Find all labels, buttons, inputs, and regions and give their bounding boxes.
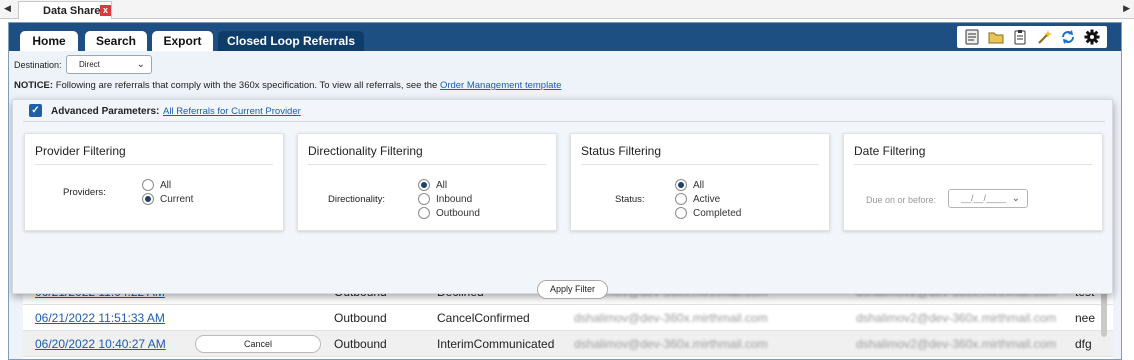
row-date-link[interactable]: 06/21/2022 11:51:33 AM — [35, 311, 165, 325]
destination-value: Direct — [79, 60, 100, 69]
notice-body: Following are referrals that comply with… — [53, 80, 440, 91]
providers-label: Providers: — [63, 187, 106, 198]
provider-current-radio[interactable] — [142, 193, 154, 205]
status-label: Status: — [615, 194, 645, 205]
row-status: CancelConfirmed — [437, 311, 530, 325]
order-management-link[interactable]: Order Management template — [440, 80, 561, 91]
apply-filter-button[interactable]: Apply Filter — [537, 280, 608, 299]
directionality-label: Directionality: — [328, 194, 386, 205]
advanced-parameters-checkbox[interactable]: ✓ — [29, 104, 42, 117]
due-date-placeholder: __/__/____ — [961, 193, 1007, 203]
divider — [308, 164, 546, 165]
row-to: dshalimov2@dev-360x.mirthmail.com — [856, 311, 1057, 325]
direction-all-label: All — [436, 180, 448, 191]
directionality-filtering-card: Directionality Filtering Directionality:… — [297, 133, 557, 231]
nav-bar: Home Search Export Closed Loop Referrals — [9, 23, 1121, 51]
tab-export[interactable]: Export — [152, 31, 213, 51]
row-status: InterimCommunicated — [437, 337, 555, 351]
notice-text: NOTICE: Following are referrals that com… — [14, 80, 561, 91]
divider — [23, 121, 1105, 122]
destination-select[interactable]: Direct ⌄ — [66, 55, 152, 74]
scroll-left-icon[interactable]: ◀ — [4, 3, 11, 14]
divider — [581, 164, 819, 165]
status-filtering-card: Status Filtering Status: All Active Comp… — [570, 133, 830, 231]
provider-filtering-title: Provider Filtering — [35, 144, 126, 158]
table-row[interactable]: 06/20/2022 10:40:27 AM Cancel Outbound I… — [23, 331, 1113, 357]
data-share-frame: Home Search Export Closed Loop Referrals… — [8, 22, 1122, 360]
scroll-right-icon[interactable]: ▶ — [1123, 3, 1130, 14]
magic-wand-icon[interactable] — [1035, 28, 1053, 46]
direction-all-radio[interactable] — [418, 179, 430, 191]
close-tab-icon[interactable]: x — [100, 5, 111, 16]
direction-inbound-radio[interactable] — [418, 193, 430, 205]
advanced-parameters-label: Advanced Parameters: — [51, 106, 160, 117]
date-filtering-card: Date Filtering Due on or before: __/__/_… — [843, 133, 1103, 231]
chevron-down-icon: ⌄ — [1011, 193, 1020, 204]
data-share-tab[interactable]: Data Share x — [18, 1, 112, 19]
referrals-grid: 06/21/2022 11:04:22 AM Outbound Declined… — [23, 285, 1113, 359]
direction-inbound-label: Inbound — [436, 194, 473, 205]
direction-outbound-label: Outbound — [436, 208, 480, 219]
gear-icon[interactable] — [1083, 28, 1101, 46]
clipboard-icon[interactable] — [1011, 28, 1029, 46]
status-all-radio[interactable] — [675, 179, 687, 191]
notepad-icon[interactable] — [963, 28, 981, 46]
row-from: dshalimov@dev-360x.mirthmail.com — [574, 311, 768, 325]
row-to: dshalimov2@dev-360x.mirthmail.com — [856, 337, 1057, 351]
tab-closed-loop-referrals[interactable]: Closed Loop Referrals — [218, 31, 364, 51]
provider-filtering-card: Provider Filtering Providers: All Curren… — [24, 133, 284, 231]
provider-all-radio[interactable] — [142, 179, 154, 191]
tab-home[interactable]: Home — [20, 31, 78, 51]
due-on-or-before-label: Due on or before: — [866, 195, 937, 205]
status-completed-label: Completed — [693, 208, 742, 219]
status-active-label: Active — [693, 194, 721, 205]
provider-all-label: All — [160, 180, 172, 191]
status-active-radio[interactable] — [675, 193, 687, 205]
cancel-button[interactable]: Cancel — [195, 335, 321, 353]
row-date-link[interactable]: 06/20/2022 10:40:27 AM — [35, 337, 166, 351]
chevron-down-icon: ⌄ — [136, 59, 145, 70]
direction-outbound-radio[interactable] — [418, 207, 430, 219]
status-completed-radio[interactable] — [675, 207, 687, 219]
due-date-picker[interactable]: __/__/____ ⌄ — [948, 189, 1028, 208]
data-share-tab-title: Data Share — [43, 5, 101, 17]
divider — [854, 164, 1092, 165]
tab-search[interactable]: Search — [85, 31, 147, 51]
row-from: dshalimov@dev-360x.mirthmail.com — [574, 337, 768, 351]
toolbar — [957, 26, 1107, 48]
divider — [35, 164, 273, 165]
notice-label: NOTICE: — [14, 80, 54, 91]
status-all-label: All — [693, 180, 705, 191]
provider-current-label: Current — [160, 194, 194, 205]
row-direction: Outbound — [334, 337, 387, 351]
folder-icon[interactable] — [987, 28, 1005, 46]
directionality-filtering-title: Directionality Filtering — [308, 144, 423, 158]
document-tab-strip: ◀ Data Share x ▶ — [0, 0, 1134, 19]
all-referrals-link[interactable]: All Referrals for Current Provider — [163, 106, 301, 117]
destination-label: Destination: — [14, 60, 62, 70]
status-filtering-title: Status Filtering — [581, 144, 662, 158]
refresh-icon[interactable] — [1059, 28, 1077, 46]
row-note: dfg — [1075, 337, 1092, 351]
row-direction: Outbound — [334, 311, 387, 325]
row-note: nee — [1075, 311, 1096, 325]
date-filtering-title: Date Filtering — [854, 144, 926, 158]
table-row[interactable]: 06/21/2022 11:51:33 AM Outbound CancelCo… — [23, 305, 1113, 331]
